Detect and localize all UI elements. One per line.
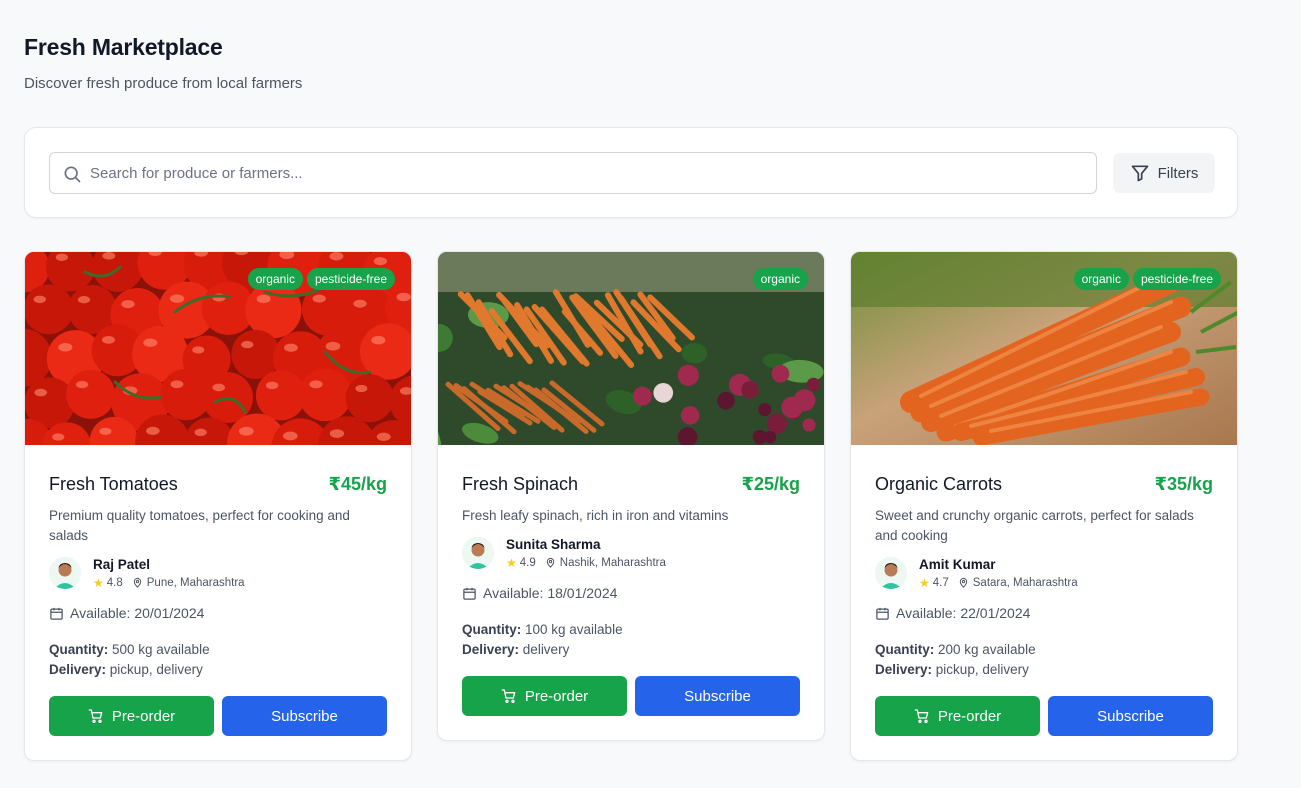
preorder-button[interactable]: Pre-order (875, 696, 1040, 736)
availability: Available: 20/01/2024 (49, 604, 387, 622)
quantity-value: 200 kg available (934, 642, 1036, 657)
farmer-location: Satara, Maharashtra (972, 576, 1078, 589)
delivery-label: Delivery: (875, 662, 933, 677)
delivery-label: Delivery: (49, 662, 107, 677)
quantity-label: Quantity: (462, 622, 522, 637)
star-icon: ★ (506, 555, 517, 570)
quantity-label: Quantity: (49, 642, 109, 657)
page-subtitle: Discover fresh produce from local farmer… (24, 75, 303, 92)
product-price: ₹45/kg (328, 473, 387, 494)
availability: Available: 18/01/2024 (462, 584, 800, 602)
avatar[interactable] (462, 537, 494, 569)
farmer-rating: 4.9 (519, 556, 536, 569)
product-card: organic pesticide-free Organic Carrots ₹… (850, 251, 1238, 761)
product-card: organic Fresh Spinach ₹25/kg Fresh leafy… (437, 251, 825, 741)
tag-badge: organic (752, 268, 808, 290)
filters-label: Filters (1157, 164, 1199, 182)
delivery-label: Delivery: (462, 642, 520, 657)
product-image: organic pesticide-free (851, 252, 1237, 445)
farmer-name: Raj Patel (93, 556, 151, 572)
map-pin-icon (959, 577, 967, 588)
available-date: Available: 18/01/2024 (483, 585, 618, 601)
tag-badge: pesticide-free (306, 268, 395, 290)
search-box[interactable] (49, 152, 1097, 194)
search-icon (64, 166, 81, 183)
tag-list: organic pesticide-free (247, 268, 395, 290)
available-date: Available: 20/01/2024 (70, 605, 205, 621)
product-price: ₹35/kg (1154, 473, 1213, 494)
preorder-label: Pre-order (937, 707, 1002, 725)
avatar[interactable] (49, 557, 81, 589)
preorder-button[interactable]: Pre-order (462, 676, 627, 716)
map-pin-icon (133, 577, 141, 588)
calendar-icon (463, 587, 476, 600)
map-pin-icon (546, 557, 554, 568)
subscribe-button[interactable]: Subscribe (635, 676, 800, 716)
subscribe-label: Subscribe (1097, 707, 1164, 725)
farmer-location: Nashik, Maharashtra (559, 556, 666, 569)
tag-badge: pesticide-free (1132, 268, 1221, 290)
quantity-value: 500 kg available (108, 642, 210, 657)
tag-list: organic pesticide-free (1073, 268, 1221, 290)
subscribe-label: Subscribe (271, 707, 338, 725)
product-description: Sweet and crunchy organic carrots, perfe… (875, 508, 1194, 543)
avatar[interactable] (875, 557, 907, 589)
calendar-icon (50, 607, 63, 620)
quantity-value: 100 kg available (521, 622, 623, 637)
subscribe-button[interactable]: Subscribe (222, 696, 387, 736)
product-name: Organic Carrots (875, 473, 1003, 494)
farmer-info: Raj Patel ★ 4.8 Pune, Maharashtra (49, 556, 387, 590)
star-icon: ★ (919, 575, 930, 590)
tag-list: organic (752, 268, 808, 290)
farmer-rating: 4.8 (106, 576, 123, 589)
search-panel: Filters (24, 127, 1238, 218)
product-details: Quantity: 200 kg available Delivery: pic… (875, 640, 1213, 680)
availability: Available: 22/01/2024 (875, 604, 1213, 622)
farmer-location: Pune, Maharashtra (146, 576, 245, 589)
page-title: Fresh Marketplace (24, 34, 223, 60)
available-date: Available: 22/01/2024 (896, 605, 1031, 621)
delivery-value: pickup, delivery (932, 662, 1029, 677)
tag-badge: organic (1073, 268, 1129, 290)
product-image: organic (438, 252, 824, 445)
quantity-label: Quantity: (875, 642, 935, 657)
preorder-button[interactable]: Pre-order (49, 696, 214, 736)
search-input[interactable] (90, 153, 1090, 193)
farmer-name: Sunita Sharma (506, 536, 601, 552)
star-icon: ★ (93, 575, 104, 590)
product-name: Fresh Tomatoes (49, 473, 178, 494)
delivery-value: delivery (519, 642, 570, 657)
product-description: Fresh leafy spinach, rich in iron and vi… (462, 508, 729, 523)
farmer-rating: 4.7 (932, 576, 949, 589)
calendar-icon (876, 607, 889, 620)
preorder-label: Pre-order (111, 707, 176, 725)
product-card: organic pesticide-free Fresh Tomatoes ₹4… (24, 251, 412, 761)
subscribe-button[interactable]: Subscribe (1048, 696, 1213, 736)
product-price: ₹25/kg (741, 473, 800, 494)
filter-icon (1131, 165, 1148, 182)
cart-icon (88, 709, 103, 723)
product-image: organic pesticide-free (25, 252, 411, 445)
cart-icon (914, 709, 929, 723)
product-name: Fresh Spinach (462, 473, 579, 494)
subscribe-label: Subscribe (684, 687, 751, 705)
filters-button[interactable]: Filters (1113, 153, 1215, 193)
farmer-info: Sunita Sharma ★ 4.9 Nashik, Maharashtra (462, 536, 800, 570)
product-details: Quantity: 100 kg available Delivery: del… (462, 620, 800, 660)
product-description: Premium quality tomatoes, perfect for co… (49, 508, 350, 543)
product-details: Quantity: 500 kg available Delivery: pic… (49, 640, 387, 680)
preorder-label: Pre-order (524, 687, 589, 705)
farmer-name: Amit Kumar (919, 556, 996, 572)
farmer-info: Amit Kumar ★ 4.7 Satara, Maharashtra (875, 556, 1213, 590)
delivery-value: pickup, delivery (106, 662, 203, 677)
tag-badge: organic (247, 268, 303, 290)
cart-icon (501, 689, 516, 703)
